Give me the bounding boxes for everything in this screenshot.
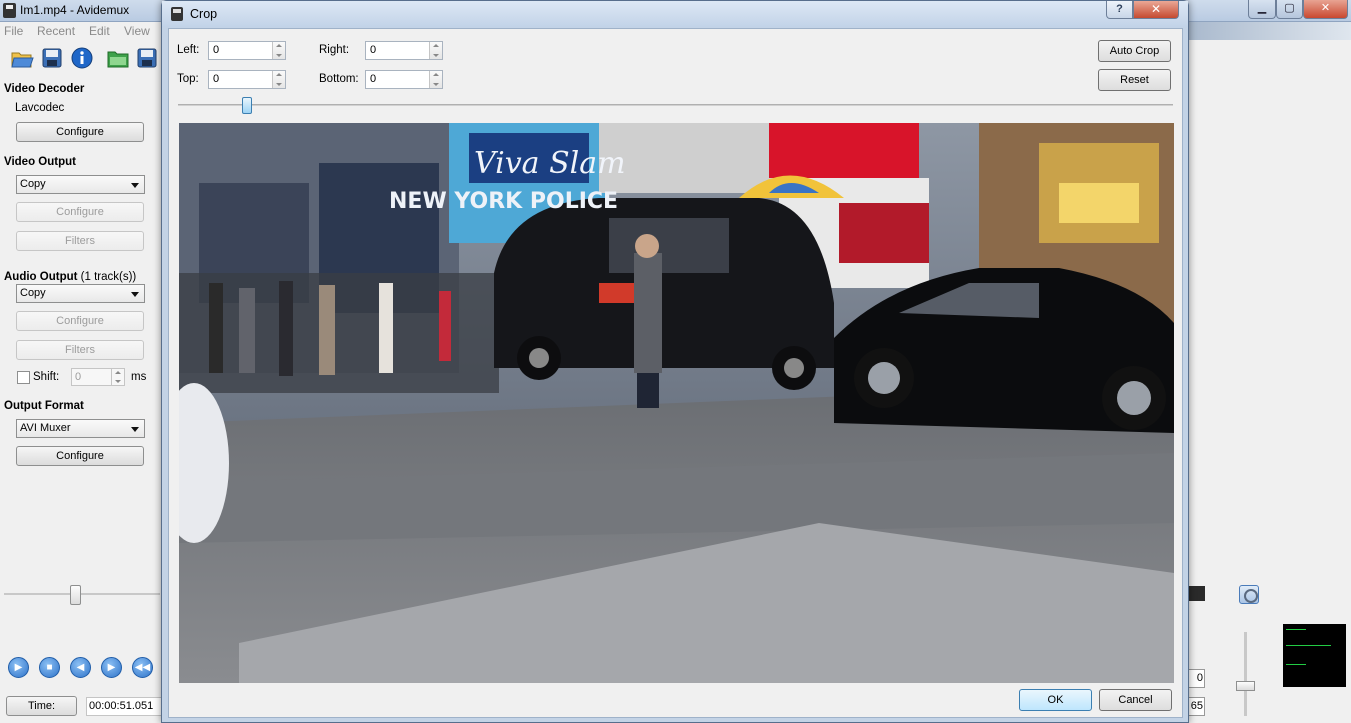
menu-file[interactable]: File [4, 24, 23, 38]
main-toolbar [0, 42, 170, 72]
menu-view[interactable]: View [124, 24, 150, 38]
video-output-select[interactable]: Copy [16, 175, 145, 194]
avidemux-app-icon [171, 7, 183, 21]
crop-dialog: Crop ? ✕ Left: 0 Right: 0 Top: 0 Bottom:… [161, 0, 1189, 723]
main-window-title: Im1.mp4 - Avidemux [20, 3, 130, 17]
right-spin-arrows[interactable] [429, 42, 442, 59]
top-spin-arrows[interactable] [272, 71, 285, 88]
crop-dialog-body: Left: 0 Right: 0 Top: 0 Bottom: 0 Auto C… [168, 28, 1183, 718]
menubar: File Recent Edit View [0, 22, 170, 40]
meter-level-line [1286, 629, 1306, 630]
audio-output-configure-button[interactable]: Configure [16, 311, 144, 331]
maximize-button[interactable]: ▢ [1276, 0, 1303, 19]
video-output-heading: Video Output [4, 156, 76, 168]
info-icon[interactable] [70, 46, 94, 70]
timeline-slider-track[interactable] [4, 593, 160, 595]
previous-keyframe-icon[interactable]: ◀◀ [132, 657, 153, 678]
background-window-strip [1188, 22, 1351, 40]
shift-checkbox[interactable] [17, 371, 30, 384]
preview-sign-police: NEW YORK POLICE [389, 189, 618, 214]
menu-recent[interactable]: Recent [37, 24, 75, 38]
right-panel [1188, 40, 1351, 723]
output-format-heading: Output Format [4, 400, 84, 412]
right-label: Right: [319, 44, 350, 56]
top-value: 0 [213, 73, 220, 85]
time-button[interactable]: Time: [6, 696, 77, 716]
auto-crop-button[interactable]: Auto Crop [1098, 40, 1171, 62]
audio-output-filters-button[interactable]: Filters [16, 340, 144, 360]
video-decoder-heading: Video Decoder [4, 83, 85, 95]
left-spinbox[interactable]: 0 [208, 41, 286, 60]
top-label: Top: [177, 73, 199, 85]
preview-sign-viva: Viva Slam [474, 146, 626, 181]
audio-track-count: (1 track(s)) [80, 271, 137, 283]
avidemux-app-icon [3, 3, 16, 18]
right-value: 0 [370, 44, 377, 56]
video-output-configure-button[interactable]: Configure [16, 202, 144, 222]
cancel-button[interactable]: Cancel [1099, 689, 1172, 711]
marker-bar [1188, 586, 1205, 601]
video-output-filters-button[interactable]: Filters [16, 231, 144, 251]
left-value: 0 [213, 44, 220, 56]
volume-slider-track[interactable] [1244, 632, 1247, 716]
audio-meter [1283, 624, 1346, 687]
main-close-button[interactable]: ✕ [1303, 0, 1348, 19]
shift-spin-arrows[interactable] [111, 369, 124, 385]
audio-output-heading: Audio Output (1 track(s)) [4, 271, 137, 283]
stop-icon[interactable]: ■ [39, 657, 60, 678]
video-preview: Viva Slam NEW YORK POLICE [179, 123, 1174, 683]
shift-unit: ms [131, 371, 147, 383]
video-decoder-configure-button[interactable]: Configure [16, 122, 144, 142]
shift-label: Shift: [33, 371, 60, 383]
play-icon[interactable]: ▶ [8, 657, 29, 678]
frame-slider-thumb[interactable] [242, 97, 252, 114]
minimize-button[interactable]: ▁ [1248, 0, 1276, 19]
ok-button[interactable]: OK [1019, 689, 1092, 711]
menu-edit[interactable]: Edit [89, 24, 110, 38]
open-file-icon[interactable] [10, 46, 34, 70]
timeline-slider-thumb[interactable] [70, 585, 81, 605]
crop-dialog-titlebar: Crop ? ✕ [162, 1, 1188, 27]
next-frame-icon[interactable]: ▶ [101, 657, 122, 678]
volume-slider-thumb[interactable] [1236, 681, 1255, 691]
meter-level-line [1286, 664, 1306, 665]
output-format-configure-button[interactable]: Configure [16, 446, 144, 466]
frame-slider-track[interactable] [178, 104, 1173, 106]
partial-field-a[interactable]: 0 [1188, 669, 1205, 688]
bottom-spinbox[interactable]: 0 [365, 70, 443, 89]
bottom-label: Bottom: [319, 73, 359, 85]
shift-value: 0 [75, 371, 82, 383]
save-as-icon[interactable] [135, 46, 159, 70]
right-spinbox[interactable]: 0 [365, 41, 443, 60]
help-button[interactable]: ? [1106, 1, 1133, 19]
audio-output-select[interactable]: Copy [16, 284, 145, 303]
reset-button[interactable]: Reset [1098, 69, 1171, 91]
top-spinbox[interactable]: 0 [208, 70, 286, 89]
bottom-spin-arrows[interactable] [429, 71, 442, 88]
video-decoder-codec: Lavcodec [15, 102, 65, 114]
shift-spinbox[interactable]: 0 [71, 368, 125, 386]
bottom-value: 0 [370, 73, 377, 85]
open-folder-icon[interactable] [106, 46, 130, 70]
partial-field-b[interactable]: 65 [1188, 697, 1205, 716]
volume-icon[interactable] [1239, 585, 1259, 604]
dialog-close-button[interactable]: ✕ [1133, 1, 1179, 19]
left-label: Left: [177, 44, 200, 56]
crop-dialog-title: Crop [190, 7, 218, 21]
output-format-select[interactable]: AVI Muxer [16, 419, 145, 438]
time-value-field[interactable]: 00:00:51.051 [86, 697, 162, 716]
previous-frame-icon[interactable]: ◀ [70, 657, 91, 678]
meter-level-line [1286, 645, 1331, 646]
left-spin-arrows[interactable] [272, 42, 285, 59]
save-file-icon[interactable] [40, 46, 64, 70]
